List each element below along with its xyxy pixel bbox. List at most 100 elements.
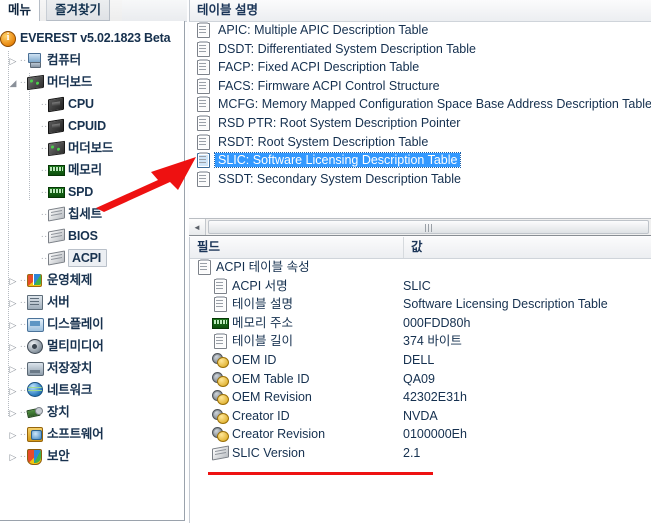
table-list-item[interactable]: FACP: Fixed ACPI Description Table [189, 58, 651, 77]
sidebar-item-서버[interactable]: ▷ ·· 서버 [0, 291, 184, 313]
sidebar: 메뉴 즐겨찾기 EVEREST v5.02.1823 Beta▷··컴퓨터◢··… [0, 0, 187, 523]
motherboard-icon [48, 140, 65, 157]
sidebar-item-보안[interactable]: ▷ ·· 보안 [0, 445, 184, 467]
tree-connector: ·· [19, 54, 27, 66]
table-list-item[interactable]: MCFG: Memory Mapped Configuration Space … [189, 95, 651, 114]
sidebar-item-SPD[interactable]: ·· SPD [0, 181, 184, 203]
sidebar-item-label: 머더보드 [47, 75, 93, 89]
acpi-table-list[interactable]: 테이블 설명 APIC: Multiple APIC Description T… [189, 0, 651, 216]
tree-connector: ·· [40, 164, 48, 176]
sidebar-item-칩세트[interactable]: ·· 칩세트 [0, 203, 184, 225]
tab-favorites[interactable]: 즐겨찾기 [46, 0, 111, 21]
sidebar-item-BIOS[interactable]: ·· BIOS [0, 225, 184, 247]
detail-row[interactable]: OEM ID DELL [190, 351, 651, 370]
table-list-item-label: SSDT: Secondary System Description Table [218, 171, 461, 186]
note-icon [195, 77, 212, 94]
chevron-right-icon[interactable]: ▷ [7, 358, 19, 380]
chevron-right-icon[interactable]: ▷ [7, 50, 19, 72]
gears-icon [212, 426, 229, 443]
column-header-field[interactable]: 필드 [190, 237, 403, 258]
detail-field-label: ACPI 테이블 속성 [216, 260, 310, 274]
chevron-right-icon[interactable]: ▷ [7, 402, 19, 424]
memory-icon [48, 184, 65, 199]
detail-row[interactable]: 테이블 길이 374 바이트 [190, 332, 651, 351]
chevron-right-icon[interactable]: ▷ [7, 270, 19, 292]
sidebar-item-ACPI[interactable]: ·· ACPI [0, 247, 184, 269]
scroll-left-arrow-icon[interactable]: ◄ [189, 219, 206, 235]
detail-row[interactable]: 테이블 설명 Software Licensing Description Tab… [190, 295, 651, 314]
tree-connector: ·· [40, 142, 48, 154]
detail-row[interactable]: OEM Table ID QA09 [190, 370, 651, 389]
detail-field-label: OEM Table ID [232, 371, 310, 386]
detail-field: Creator Revision [212, 425, 325, 444]
detail-value: Software Licensing Description Table [403, 297, 608, 312]
table-list-item[interactable]: RSD PTR: Root System Description Pointer [189, 114, 651, 133]
chevron-right-icon[interactable]: ▷ [7, 380, 19, 402]
chevron-right-icon[interactable]: ▷ [7, 314, 19, 336]
detail-pane[interactable]: 필드 값 ACPI 테이블 속성 ACPI 서명 SLIC 테이블 설명 Softwar… [189, 237, 651, 523]
tree-connector: ·· [19, 274, 27, 286]
detail-group-row[interactable]: ACPI 테이블 속성 [190, 258, 651, 277]
detail-field-label: 메모리 주소 [232, 315, 293, 330]
tree-connector: ·· [19, 384, 27, 396]
chevron-right-icon[interactable]: ▷ [7, 336, 19, 358]
sidebar-item-저장장치[interactable]: ▷ ·· 저장장치 [0, 357, 184, 379]
storage-icon [27, 360, 44, 376]
scrollbar-thumb[interactable] [208, 220, 649, 234]
table-list-item-label: DSDT: Differentiated System Description … [218, 41, 476, 56]
tree-connector: ·· [40, 98, 48, 110]
sidebar-item-디스플레이[interactable]: ▷ ·· 디스플레이 [0, 313, 184, 335]
detail-row[interactable]: SLIC Version 2.1 [190, 444, 651, 463]
chevron-down-icon[interactable]: ◢ [7, 72, 19, 94]
table-list-item[interactable]: SLIC: Software Licensing Description Tab… [189, 151, 651, 170]
sidebar-item-컴퓨터[interactable]: ▷ ·· 컴퓨터 [0, 49, 184, 71]
note-icon [212, 333, 229, 350]
detail-value: 374 바이트 [403, 334, 462, 349]
table-list-item[interactable]: RSDT: Root System Description Table [189, 133, 651, 152]
tree-root-item[interactable]: EVEREST v5.02.1823 Beta [0, 27, 184, 49]
sidebar-item-label: BIOS [68, 229, 98, 243]
detail-row[interactable]: Creator ID NVDA [190, 407, 651, 426]
detail-row[interactable]: ACPI 서명 SLIC [190, 277, 651, 296]
chevron-right-icon[interactable]: ▷ [7, 424, 19, 446]
detail-row[interactable]: 메모리 주소 000FDD80h [190, 314, 651, 333]
sidebar-item-CPU[interactable]: ·· CPU [0, 93, 184, 115]
detail-row[interactable]: Creator Revision 0100000Eh [190, 425, 651, 444]
table-list-item[interactable]: FACS: Firmware ACPI Control Structure [189, 77, 651, 96]
sidebar-item-메모리[interactable]: ·· 메모리 [0, 159, 184, 181]
note-icon [195, 96, 212, 113]
column-header-description[interactable]: 테이블 설명 [190, 0, 651, 21]
sidebar-item-label: 컴퓨터 [47, 53, 81, 67]
sidebar-item-CPUID[interactable]: ·· CPUID [0, 115, 184, 137]
tab-menu[interactable]: 메뉴 [0, 0, 41, 21]
detail-value: QA09 [403, 371, 435, 386]
horizontal-scrollbar[interactable]: ◄ [189, 218, 651, 236]
chevron-right-icon[interactable]: ▷ [7, 446, 19, 468]
sidebar-item-label: 머더보드 [68, 141, 114, 155]
tree-connector: ·· [19, 428, 27, 440]
sidebar-item-label: SPD [68, 185, 94, 199]
detail-value: 42302E31h [403, 390, 467, 405]
sidebar-item-운영체제[interactable]: ▷ ·· 운영체제 [0, 269, 184, 291]
table-list-item[interactable]: SSDT: Secondary System Description Table [189, 170, 651, 189]
table-list-item[interactable]: APIC: Multiple APIC Description Table [189, 21, 651, 40]
table-list-item[interactable]: DSDT: Differentiated System Description … [189, 40, 651, 59]
sidebar-item-멀티미디어[interactable]: ▷ ·· 멀티미디어 [0, 335, 184, 357]
detail-row[interactable]: OEM Revision 42302E31h [190, 388, 651, 407]
memory-icon [48, 162, 65, 177]
sidebar-item-소프트웨어[interactable]: ▷ ·· 소프트웨어 [0, 423, 184, 445]
sidebar-item-장치[interactable]: ▷ ·· 장치 [0, 401, 184, 423]
sidebar-item-네트워크[interactable]: ▷ ·· 네트워크 [0, 379, 184, 401]
chevron-right-icon[interactable]: ▷ [7, 292, 19, 314]
note-icon [196, 259, 213, 275]
sidebar-tree-pane[interactable]: EVEREST v5.02.1823 Beta▷··컴퓨터◢··머더보드 ··C… [0, 21, 185, 521]
sidebar-item-label: CPUID [68, 119, 106, 133]
column-header-value[interactable]: 값 [403, 237, 651, 258]
sidebar-item-머더보드[interactable]: ·· 머더보드 [0, 137, 184, 159]
tree-connector: ·· [19, 362, 27, 374]
sidebar-item-머더보드[interactable]: ◢ ·· 머더보드 [0, 71, 184, 93]
